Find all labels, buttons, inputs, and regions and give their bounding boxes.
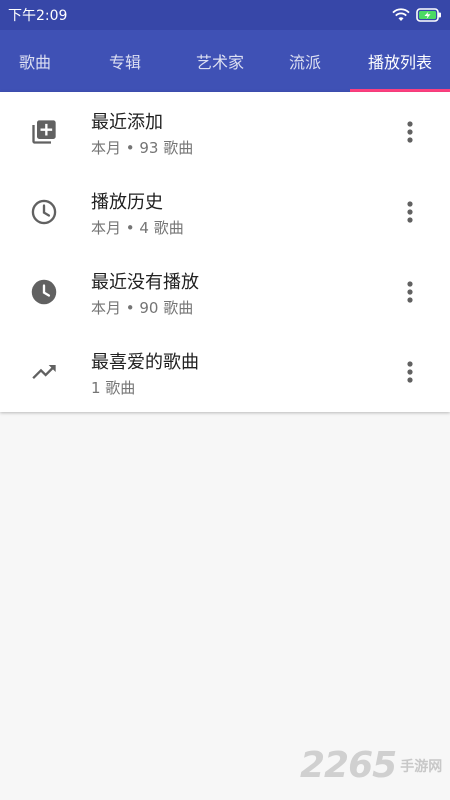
tab-artists-label: 艺术家 xyxy=(195,53,244,72)
playlist-subtitle: 本月 • 90 歌曲 xyxy=(91,299,194,317)
watermark-number: 2265 xyxy=(300,745,397,786)
tab-playlists[interactable]: 播放列表 xyxy=(350,30,450,92)
playlist-title: 最喜爱的歌曲 xyxy=(91,352,199,373)
playlist-subtitle: 1 歌曲 xyxy=(91,379,136,397)
tab-songs-label: 歌曲 xyxy=(18,53,51,72)
playlist-item-not-played[interactable]: 最近没有播放 本月 • 90 歌曲 xyxy=(0,252,450,332)
playlist-title: 播放历史 xyxy=(91,192,163,213)
status-time: 下午2:09 xyxy=(8,8,68,24)
tab-albums-label: 专辑 xyxy=(108,53,141,72)
more-vert-icon[interactable] xyxy=(398,278,422,306)
clock-filled-icon xyxy=(31,279,57,305)
more-vert-icon[interactable] xyxy=(398,198,422,226)
playlist-add-icon xyxy=(32,120,56,144)
tab-genres-label: 流派 xyxy=(288,53,321,72)
playlist-subtitle: 本月 • 93 歌曲 xyxy=(91,139,194,157)
more-vert-icon[interactable] xyxy=(398,358,422,386)
status-icons xyxy=(392,8,442,22)
tab-playlists-label: 播放列表 xyxy=(367,53,432,72)
wifi-icon xyxy=(392,8,410,21)
tab-albums[interactable]: 专辑 xyxy=(70,30,180,92)
playlist-title: 最近添加 xyxy=(91,112,163,133)
playlist-item-favorites[interactable]: 最喜爱的歌曲 1 歌曲 xyxy=(0,332,450,412)
tab-genres[interactable]: 流派 xyxy=(260,30,350,92)
watermark-logo: 2265 手游网 xyxy=(300,745,442,786)
tab-artists[interactable]: 艺术家 xyxy=(180,30,260,92)
playlist-item-recently-added[interactable]: 最近添加 本月 • 93 歌曲 xyxy=(0,92,450,172)
trending-up-icon xyxy=(32,365,56,379)
status-bar: 下午2:09 xyxy=(0,0,450,30)
playlist-item-history[interactable]: 播放历史 本月 • 4 歌曲 xyxy=(0,172,450,252)
battery-charging-icon xyxy=(416,8,441,22)
tab-songs[interactable]: 歌曲 xyxy=(0,30,70,92)
more-vert-icon[interactable] xyxy=(398,118,422,146)
playlist-list: 最近添加 本月 • 93 歌曲 播放历史 本月 • 4 歌曲 最近没有播放 本月… xyxy=(0,92,450,412)
watermark-text: 手游网 xyxy=(400,758,443,775)
playlist-title: 最近没有播放 xyxy=(91,272,199,293)
history-clock-icon xyxy=(31,199,57,225)
tab-bar: 歌曲 专辑 艺术家 流派 播放列表 xyxy=(0,30,450,92)
playlist-subtitle: 本月 • 4 歌曲 xyxy=(91,219,184,237)
